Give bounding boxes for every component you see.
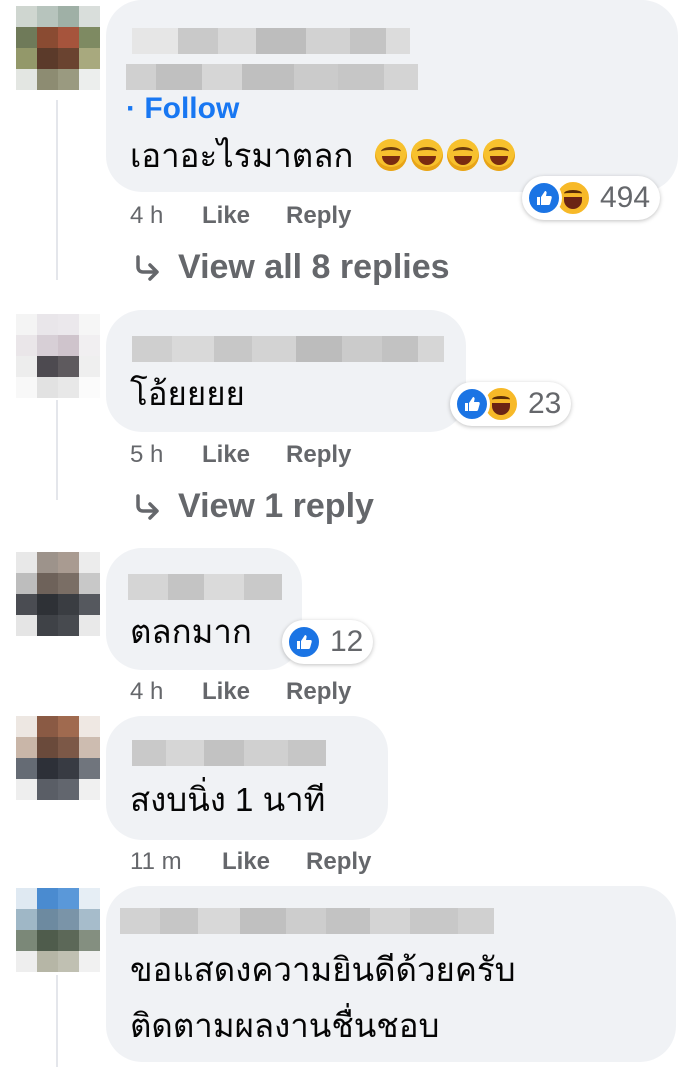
grinning-sweat-emoji-icon bbox=[482, 139, 515, 171]
author-name-line2 bbox=[126, 64, 418, 90]
avatar[interactable] bbox=[16, 552, 100, 636]
comment-meta: 4 h Like Reply bbox=[130, 678, 387, 706]
view-replies-label: View all 8 replies bbox=[178, 248, 450, 286]
reaction-summary[interactable]: 12 bbox=[282, 620, 374, 664]
reply-button[interactable]: Reply bbox=[286, 441, 351, 469]
author-name[interactable] bbox=[132, 28, 410, 54]
thread-line bbox=[56, 100, 58, 280]
reaction-count: 12 bbox=[330, 625, 364, 658]
comment-text-content: เอาอะไรมาตลก bbox=[130, 137, 354, 174]
reply-button[interactable]: Reply bbox=[286, 678, 351, 706]
comment-meta: 4 h Like Reply bbox=[130, 202, 387, 230]
like-button[interactable]: Like bbox=[202, 678, 250, 706]
like-reaction-icon bbox=[454, 386, 490, 422]
avatar[interactable] bbox=[16, 314, 100, 398]
comment-text-line1: ขอแสดงความยินดีด้วยครับ bbox=[130, 951, 516, 988]
grinning-sweat-emoji-icon bbox=[374, 139, 407, 171]
view-replies-link[interactable]: View all 8 replies bbox=[132, 248, 450, 287]
comment-text: โอ้ยยยย bbox=[130, 375, 245, 412]
avatar[interactable] bbox=[16, 716, 100, 800]
avatar[interactable] bbox=[16, 888, 100, 972]
comment-text: สงบนิ่ง 1 นาที bbox=[130, 781, 326, 818]
like-button[interactable]: Like bbox=[202, 202, 250, 230]
view-replies-link[interactable]: View 1 reply bbox=[132, 487, 374, 526]
thread-line bbox=[56, 400, 58, 500]
comment-time[interactable]: 4 h bbox=[130, 202, 202, 230]
author-name[interactable] bbox=[132, 336, 444, 362]
comment-text: ตลกมาก bbox=[130, 613, 252, 650]
comment-time[interactable]: 5 h bbox=[130, 441, 202, 469]
comment-meta: 5 h Like Reply bbox=[130, 441, 387, 469]
comment-bubble: สงบนิ่ง 1 นาที bbox=[106, 716, 388, 840]
author-name[interactable] bbox=[120, 908, 494, 934]
reaction-count: 494 bbox=[600, 181, 651, 214]
author-name[interactable] bbox=[128, 574, 282, 600]
reply-button[interactable]: Reply bbox=[286, 202, 351, 230]
reaction-summary[interactable]: 494 bbox=[522, 176, 661, 220]
reply-arrow-icon bbox=[136, 254, 159, 281]
comment-bubble: โอ้ยยยย bbox=[106, 310, 466, 432]
like-button[interactable]: Like bbox=[202, 441, 250, 469]
like-button[interactable]: Like bbox=[222, 848, 270, 876]
reaction-count: 23 bbox=[528, 387, 562, 420]
comment-text-line2: ติดตามผลงานชื่นชอบ bbox=[130, 1007, 440, 1044]
reply-arrow-icon bbox=[136, 493, 159, 520]
like-reaction-icon bbox=[286, 624, 322, 660]
comment-text: เอาอะไรมาตลก bbox=[130, 134, 515, 178]
comment-bubble: · Follow เอาอะไรมาตลก bbox=[106, 0, 678, 192]
author-name[interactable] bbox=[132, 740, 326, 766]
grinning-sweat-emoji-icon bbox=[446, 139, 479, 171]
comment-bubble: ขอแสดงความยินดีด้วยครับ ติดตามผลงานชื่นช… bbox=[106, 886, 676, 1062]
grinning-sweat-emoji-icon bbox=[410, 139, 443, 171]
comment-time[interactable]: 11 m bbox=[130, 848, 222, 876]
comment-time[interactable]: 4 h bbox=[130, 678, 202, 706]
comment-bubble: ตลกมาก bbox=[106, 548, 302, 670]
like-reaction-icon bbox=[526, 180, 562, 216]
reply-button[interactable]: Reply bbox=[306, 848, 371, 876]
view-replies-label: View 1 reply bbox=[178, 487, 374, 525]
comment-meta: 11 m Like Reply bbox=[130, 848, 407, 876]
follow-link[interactable]: · Follow bbox=[126, 94, 239, 124]
thread-line bbox=[56, 975, 58, 1067]
avatar[interactable] bbox=[16, 6, 100, 90]
reaction-summary[interactable]: 23 bbox=[450, 382, 572, 426]
